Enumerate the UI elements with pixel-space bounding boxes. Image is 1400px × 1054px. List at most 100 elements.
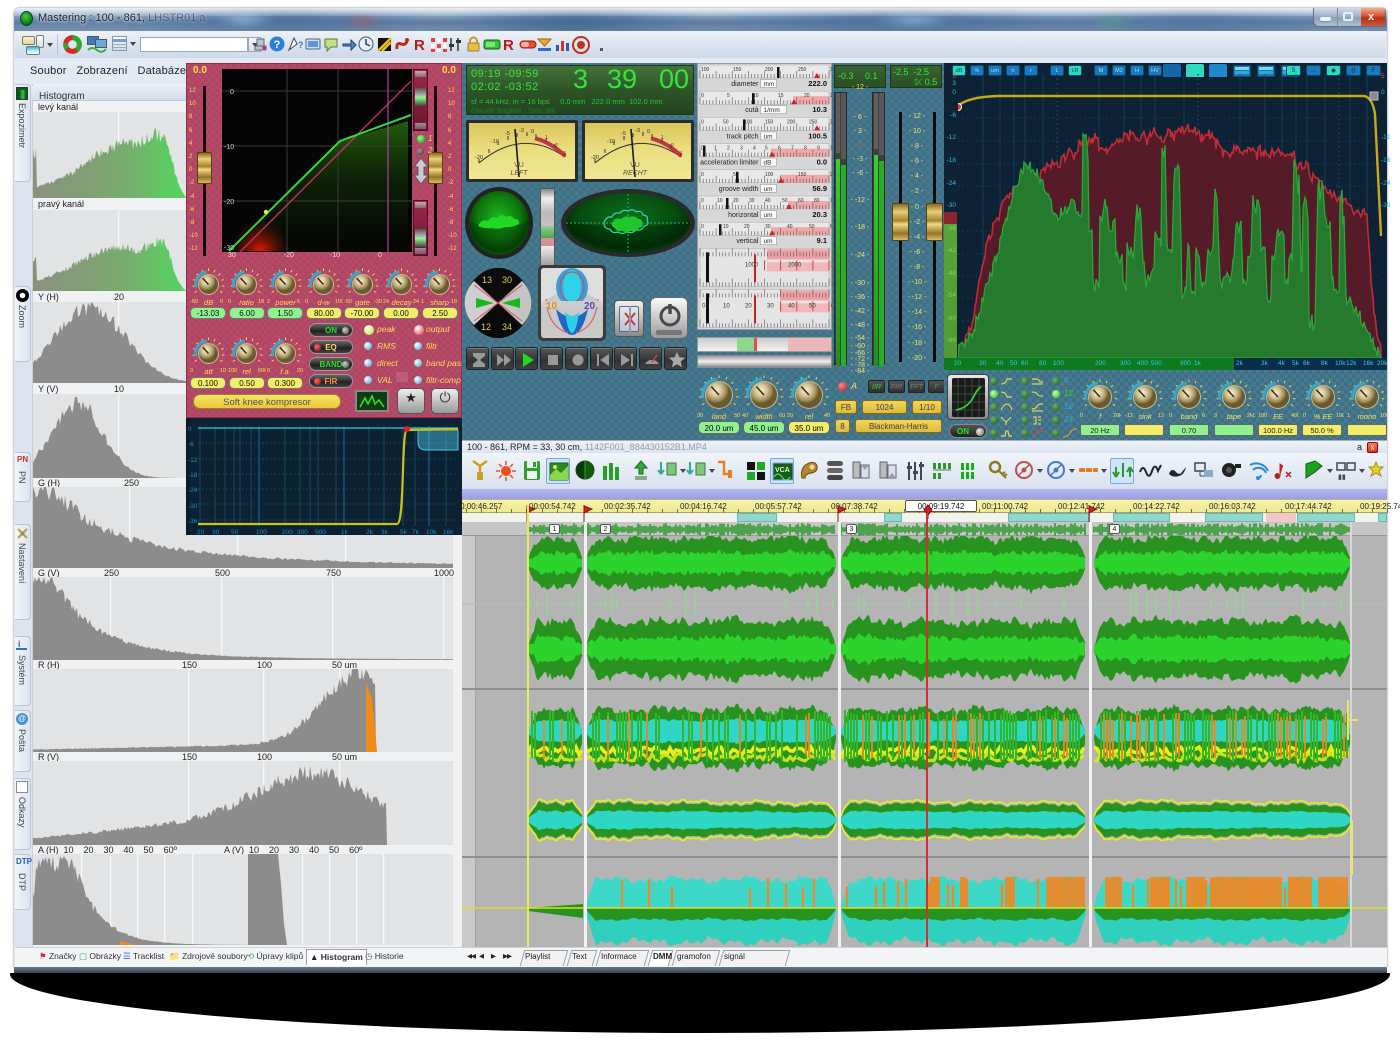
svg-text:1: 1 [421,299,424,305]
svg-text:2: 2 [267,299,270,305]
svg-text:1: 1 [714,146,717,152]
svg-text:40: 40 [824,413,830,419]
svg-text:0: 0 [305,299,308,305]
svg-text:-20: -20 [224,199,234,206]
svg-text:100: 100 [1258,413,1267,419]
svg-text:6: 6 [778,146,781,152]
svg-text:200: 200 [787,119,796,125]
svg-text:groove width: groove width [719,186,759,193]
svg-text:10: 10 [830,146,832,152]
svg-text:1: 1 [661,135,664,141]
svg-text:0: 0 [1169,413,1172,419]
svg-text:40: 40 [787,224,793,230]
svg-text:18: 18 [451,299,457,305]
svg-text:50: 50 [723,119,729,125]
svg-text:300: 300 [297,529,308,535]
svg-text:4: 4 [753,146,756,152]
svg-text:0: 0 [701,119,704,125]
svg-text:20k0: 20k0 [1113,413,1121,419]
svg-text:0: 0 [701,198,704,204]
svg-text:20.3: 20.3 [812,210,827,219]
svg-text:tape: tape [1226,412,1241,421]
svg-text:horizontal: horizontal [728,212,759,219]
svg-text:60: 60 [779,413,785,419]
svg-text:d-w: d-w [318,298,331,307]
svg-text:power: power [274,298,296,307]
svg-text:-30: -30 [224,245,234,252]
svg-text:track pitch: track pitch [727,133,759,140]
svg-text:-3: -3 [635,128,640,134]
svg-text:50: 50 [809,224,815,230]
svg-text:-3: -3 [519,128,524,134]
svg-text:land: land [712,412,727,421]
svg-text:50: 50 [809,303,816,309]
svg-text:34: 34 [502,322,512,332]
svg-text:1k: 1k [341,529,349,535]
svg-text:24: 24 [413,299,419,305]
svg-text:-20: -20 [591,155,599,161]
svg-text:150: 150 [733,67,742,73]
svg-text:VCA: VCA [775,467,790,474]
svg-text:3000: 3000 [831,262,832,268]
svg-text:0: 0 [1080,413,1083,419]
svg-text:0: 0 [701,93,704,99]
svg-text:-10: -10 [607,139,615,145]
svg-text:att: att [204,367,213,376]
svg-text:3: 3 [679,151,682,157]
svg-text:f: f [1099,412,1102,421]
svg-text:30: 30 [212,529,220,535]
svg-text:um: um [764,238,773,245]
svg-text:0: 0 [531,129,534,135]
svg-text:?: ? [298,40,304,50]
svg-text:40: 40 [742,413,748,419]
svg-text:100: 100 [1336,413,1344,419]
svg-text:sink: sink [1138,412,1153,421]
svg-text:3: 3 [740,146,743,152]
svg-text:2: 2 [727,146,730,152]
svg-text:dB: dB [764,160,772,167]
svg-text:-24: -24 [188,487,198,494]
svg-text:100: 100 [228,368,237,374]
svg-text:3: 3 [563,151,566,157]
svg-text:24: 24 [383,299,389,305]
svg-text:▮▮: ▮▮ [1338,474,1346,481]
svg-text:20: 20 [197,529,205,535]
svg-text:150: 150 [765,119,774,125]
svg-text:20: 20 [297,368,303,374]
svg-text:100: 100 [830,198,832,204]
svg-text:R: R [414,37,425,53]
svg-text:100: 100 [765,172,774,178]
svg-text:-12: -12 [1125,413,1133,419]
svg-text:1/mm: 1/mm [764,107,780,114]
svg-text:400: 400 [1291,413,1299,419]
svg-text:60: 60 [798,198,804,204]
svg-text:30: 30 [765,224,771,230]
svg-text:1000: 1000 [745,262,759,268]
svg-text:3: 3 [1214,413,1217,419]
svg-text:20: 20 [733,198,739,204]
svg-text:300: 300 [830,119,832,125]
svg-text:VU: VU [514,162,524,169]
svg-text:15: 15 [778,93,784,99]
svg-text:10k: 10k [426,529,437,535]
svg-text:30: 30 [767,303,774,309]
svg-text:0: 0 [230,89,234,96]
svg-text:1: 1 [545,135,548,141]
svg-text:0: 0 [228,299,231,305]
svg-text:30: 30 [749,198,755,204]
svg-text:width: width [755,412,773,421]
svg-text:2k0: 2k0 [1247,413,1255,419]
svg-text:250: 250 [798,67,807,73]
svg-text:5: 5 [765,146,768,152]
svg-text:0: 0 [220,299,223,305]
svg-text:9.1: 9.1 [817,236,827,245]
svg-text:RECHT: RECHT [623,170,648,177]
svg-text:0: 0 [188,426,192,433]
svg-text:20: 20 [804,93,810,99]
svg-text:0: 0 [647,129,650,135]
svg-text:100: 100 [701,67,710,73]
svg-text:7k: 7k [412,529,420,535]
svg-text:diameter: diameter [731,81,759,88]
svg-text:16k: 16k [443,529,454,535]
svg-text:20: 20 [584,301,596,312]
